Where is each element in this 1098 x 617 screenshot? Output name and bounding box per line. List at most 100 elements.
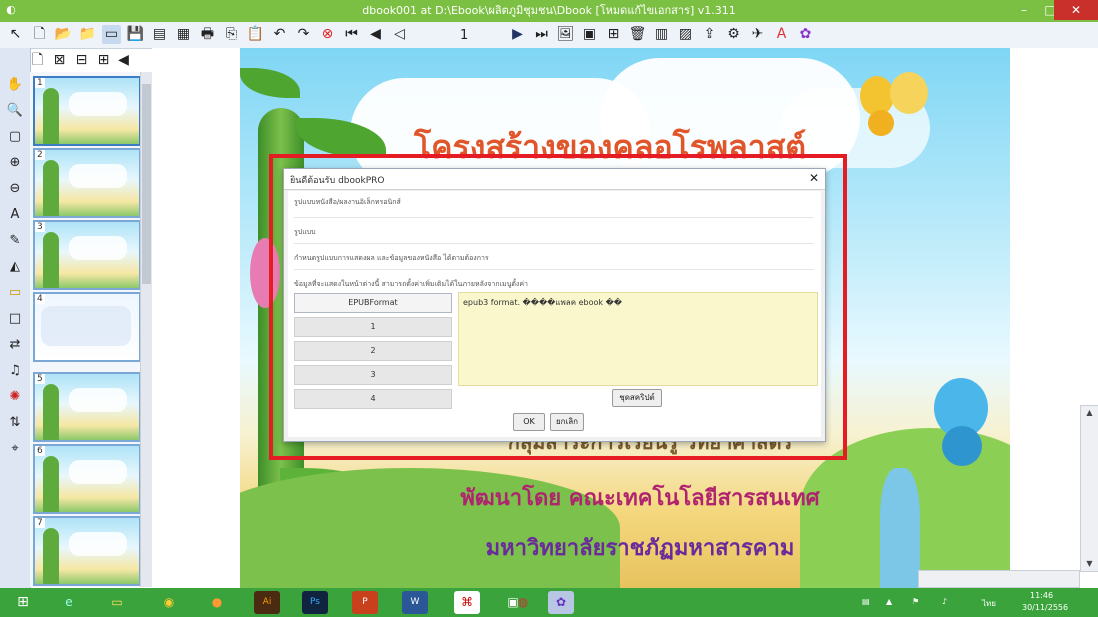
thumbnail-page[interactable]: 1: [33, 76, 141, 146]
redo-icon[interactable]: ↷: [294, 25, 313, 44]
horizontal-scrollbar[interactable]: [918, 570, 1080, 588]
thumbnail-number: 6: [35, 446, 45, 456]
slide-university-text[interactable]: มหาวิทยาลัยราชภัฏมหาสารคาม: [420, 530, 860, 565]
minimize-button[interactable]: –: [1010, 0, 1038, 20]
thumbnail-number: 2: [35, 150, 45, 160]
settings-icon[interactable]: ⚙: [724, 25, 743, 44]
word-icon[interactable]: W: [402, 591, 428, 614]
page-number[interactable]: 1: [460, 28, 468, 43]
chrome-icon[interactable]: ◉: [156, 591, 182, 614]
video-icon[interactable]: ▣: [580, 25, 599, 44]
group-icon[interactable]: ⊞: [94, 51, 113, 70]
prev-page-icon[interactable]: ◀: [366, 25, 385, 44]
vertical-scrollbar[interactable]: ▲ ▼: [1080, 405, 1098, 572]
chart-icon[interactable]: ▨: [676, 25, 695, 44]
rect-icon[interactable]: □: [6, 310, 24, 328]
illustrator-icon[interactable]: Ai: [254, 591, 280, 614]
title-bar: ◐ dbook001 at D:\Ebook\ผลิตภูมิชุมชน\Dbo…: [0, 0, 1098, 22]
scroll-down-icon[interactable]: ▼: [1081, 557, 1098, 571]
puzzle-icon[interactable]: ⊞: [604, 25, 623, 44]
zoom-icon[interactable]: 🔍: [6, 102, 24, 120]
trash-icon[interactable]: 🗑: [628, 25, 647, 44]
powerpoint-icon[interactable]: P: [352, 591, 378, 614]
thumbnail-page[interactable]: 4: [33, 292, 141, 362]
link-icon[interactable]: ⊗: [318, 25, 337, 44]
connector-icon[interactable]: ⇄: [6, 336, 24, 354]
file-explorer-icon[interactable]: ▭: [104, 591, 130, 614]
thumbnail-number: 5: [35, 374, 45, 384]
fill-icon[interactable]: ◭: [6, 258, 24, 276]
network-icon[interactable]: ⚑: [912, 597, 919, 606]
leaf-graphic: [240, 68, 300, 98]
zoom-in-icon[interactable]: ⊕: [6, 154, 24, 172]
book-icon[interactable]: ▭: [102, 25, 121, 44]
print-icon[interactable]: 🖶: [198, 25, 217, 44]
thumbnail-page[interactable]: 5: [33, 372, 141, 442]
volume-icon[interactable]: ♪: [942, 597, 947, 606]
close-button[interactable]: ✕: [1054, 0, 1098, 20]
text-icon[interactable]: A: [772, 25, 791, 44]
photoshop-icon[interactable]: Ps: [302, 591, 328, 614]
acrobat-icon[interactable]: ⌘: [454, 591, 480, 614]
dbook-icon[interactable]: ✿: [548, 591, 574, 614]
hand-icon[interactable]: ✋: [6, 76, 24, 94]
keyboard-icon[interactable]: ▤: [862, 597, 870, 606]
first-page-icon[interactable]: ⏮: [342, 25, 361, 44]
save-as-icon[interactable]: ▤: [150, 25, 169, 44]
publish-icon[interactable]: ✈: [748, 25, 767, 44]
thumbnail-page[interactable]: 6: [33, 444, 141, 514]
text-tool-icon[interactable]: A: [6, 206, 24, 224]
collapse-icon[interactable]: ◀: [114, 51, 133, 70]
language-indicator[interactable]: ไทย: [982, 597, 996, 610]
clock-time[interactable]: 11:46: [1030, 591, 1053, 600]
undo-icon[interactable]: ↶: [270, 25, 289, 44]
thumbnail-scrollbar[interactable]: [140, 72, 152, 587]
main-toolbar: ↖ 🗋 📂 📁 ▭ 💾 ▤ ▦ 🖶 ⎘ 📋 ↶ ↷ ⊗ ⏮ ◀ ◁ 1 ▶ ⏭ …: [0, 22, 1098, 49]
prev-page-icon[interactable]: ◁: [390, 25, 409, 44]
canvas-gutter: [152, 48, 240, 588]
pointer-icon[interactable]: ↖: [6, 25, 25, 44]
window-title: dbook001 at D:\Ebook\ผลิตภูมิชุมชน\Dbook…: [362, 4, 736, 17]
image-icon[interactable]: 🖼: [556, 25, 575, 44]
thumbnail-number: 1: [35, 78, 45, 88]
thumbnail-number: 4: [35, 294, 45, 304]
clock-date[interactable]: 30/11/2556: [1022, 603, 1068, 612]
firefox-icon[interactable]: ●: [204, 591, 230, 614]
windows-start-icon[interactable]: ⊞: [10, 591, 36, 614]
zoom-out-icon[interactable]: ⊖: [6, 180, 24, 198]
open-icon[interactable]: 📂: [54, 25, 73, 44]
close-doc-icon[interactable]: ⊠: [50, 51, 69, 70]
grid-icon[interactable]: ⊟: [72, 51, 91, 70]
paint-icon[interactable]: ✎: [6, 232, 24, 250]
next-page-icon[interactable]: ▶: [508, 25, 527, 44]
media-icon[interactable]: ◍: [510, 591, 536, 614]
last-page-icon[interactable]: ⏭: [532, 25, 551, 44]
tool-column: ✋ 🔍 ▢ ⊕ ⊖ A ✎ ◭ ▭ □ ⇄ ♫ ✺ ⇅ ⌖: [0, 48, 31, 588]
camera-icon[interactable]: ⌖: [6, 440, 24, 458]
thumbnail-page[interactable]: 7: [33, 516, 141, 586]
shape-icon[interactable]: ✺: [6, 388, 24, 406]
thumbnail-number: 7: [35, 518, 45, 528]
paste-icon[interactable]: 📋: [246, 25, 265, 44]
highlight-box: [269, 154, 847, 460]
new-page-icon[interactable]: 🗋: [30, 25, 49, 44]
table-icon[interactable]: ▥: [652, 25, 671, 44]
thumbnail-page[interactable]: 2: [33, 148, 141, 218]
flip-icon[interactable]: ⇅: [6, 414, 24, 432]
plugin-icon[interactable]: ✿: [796, 25, 815, 44]
print-preview-icon[interactable]: ▦: [174, 25, 193, 44]
audio-icon[interactable]: ♫: [6, 362, 24, 380]
copy-icon[interactable]: ⎘: [222, 25, 241, 44]
taskbar: ⊞ e ▭ ◉ ● Ai Ps P W ⌘ ▣ ◍ ✿ ▤ ▲ ⚑ ♪ ไทย …: [0, 588, 1098, 617]
open-folder-icon[interactable]: 📁: [78, 25, 97, 44]
tray-arrow-icon[interactable]: ▲: [886, 597, 892, 606]
export-icon[interactable]: ⇪: [700, 25, 719, 44]
slide-developer-text[interactable]: พัฒนาโดย คณะเทคโนโลยีสารสนเทศ: [390, 480, 890, 515]
ie-icon[interactable]: e: [56, 591, 82, 614]
note-icon[interactable]: ▭: [6, 284, 24, 302]
save-icon[interactable]: 💾: [126, 25, 145, 44]
thumbnail-page[interactable]: 3: [33, 220, 141, 290]
scroll-up-icon[interactable]: ▲: [1081, 406, 1098, 420]
frame-icon[interactable]: ▢: [6, 128, 24, 146]
butterfly-graphic: [860, 70, 930, 150]
